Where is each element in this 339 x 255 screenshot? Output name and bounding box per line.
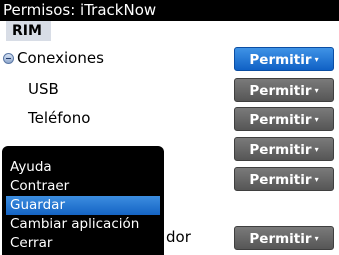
- menu-item-cerrar[interactable]: Cerrar: [2, 234, 164, 253]
- window-title: Permisos: iTrackNow: [0, 0, 339, 21]
- permission-select-button[interactable]: Permitir ▾: [234, 78, 334, 102]
- collapse-circle-icon[interactable]: [3, 53, 14, 64]
- dropdown-arrow-icon: ▾: [314, 115, 319, 124]
- menu-item-contraer[interactable]: Contraer: [2, 177, 164, 196]
- dropdown-arrow-icon: ▾: [314, 86, 319, 95]
- permission-label-partial: dor: [166, 228, 191, 246]
- permission-select-label: Permitir: [249, 52, 312, 68]
- permission-select-button[interactable]: Permitir ▾: [234, 167, 334, 191]
- permission-select-button[interactable]: Permitir ▾: [234, 226, 334, 250]
- permission-row-usb[interactable]: USB Permitir ▾: [0, 74, 339, 105]
- permission-label: Conexiones: [17, 49, 104, 67]
- menu-item-ayuda[interactable]: Ayuda: [2, 158, 164, 177]
- permission-label: Teléfono: [28, 109, 91, 127]
- context-menu: Ayuda Contraer Guardar Cambiar aplicació…: [2, 146, 164, 255]
- permission-row-telefono[interactable]: Teléfono Permitir ▾: [0, 103, 339, 134]
- dropdown-arrow-icon: ▾: [314, 234, 319, 243]
- permission-select-label: Permitir: [249, 172, 312, 188]
- dropdown-arrow-icon: ▾: [314, 175, 319, 184]
- permission-select-button[interactable]: Permitir ▾: [234, 47, 334, 71]
- dropdown-arrow-icon: ▾: [314, 145, 319, 154]
- permission-select-label: Permitir: [249, 231, 312, 247]
- permission-select-label: Permitir: [249, 112, 312, 128]
- permission-select-button[interactable]: Permitir ▾: [234, 137, 334, 161]
- permission-row-conexiones[interactable]: Conexiones Permitir ▾: [0, 43, 339, 74]
- dropdown-arrow-icon: ▾: [314, 55, 319, 64]
- menu-item-cambiar-aplicacion[interactable]: Cambiar aplicación: [2, 215, 164, 234]
- permission-select-label: Permitir: [249, 83, 312, 99]
- menu-item-guardar[interactable]: Guardar: [6, 196, 160, 215]
- permission-label: USB: [28, 80, 59, 98]
- permission-select-label: Permitir: [249, 142, 312, 158]
- vendor-header: RIM: [6, 21, 51, 41]
- permission-select-button[interactable]: Permitir ▾: [234, 107, 334, 131]
